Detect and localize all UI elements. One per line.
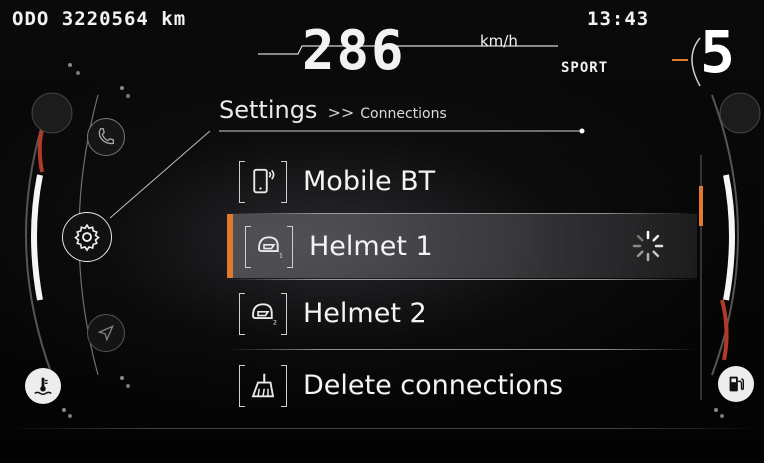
broom-icon	[251, 373, 275, 398]
menu-divider	[227, 349, 697, 350]
odometer-readout: ODO 3220564 km	[12, 8, 187, 30]
clock: 13:43	[587, 8, 650, 30]
dashboard-screen: ODO 3220564 km 13:43 286 km/h SPORT 5 Se…	[0, 0, 764, 463]
fuel-pump-icon	[729, 376, 745, 392]
mobile-bluetooth-icon	[253, 168, 275, 194]
riding-mode: SPORT	[561, 60, 609, 76]
helmet-2-icon: 2	[252, 303, 277, 326]
navigation-arrow-icon	[97, 325, 114, 342]
breadcrumb: Settings >> Connections	[219, 96, 447, 126]
svg-text:2: 2	[273, 319, 277, 326]
svg-text:1: 1	[279, 252, 283, 259]
fuel-indicator	[718, 366, 754, 402]
bottom-divider	[0, 428, 764, 429]
helmet-1-icon: 1	[258, 236, 283, 259]
menu-item-mobile-bt[interactable]: Mobile BT	[227, 149, 697, 213]
menu-icon-frame: 1	[245, 226, 293, 268]
phone-nav-button[interactable]	[87, 118, 125, 156]
coolant-temperature-indicator	[25, 368, 61, 404]
gear-indicator: 5	[700, 18, 736, 86]
breadcrumb-separator: >>	[327, 103, 355, 122]
speed-readout: 286	[302, 19, 406, 82]
menu-item-label: Helmet 1	[309, 230, 433, 262]
speed-unit: km/h	[480, 32, 518, 50]
scrollbar-thumb[interactable]	[699, 186, 703, 226]
page-title: Settings	[219, 96, 318, 124]
coolant-temperature-icon	[34, 377, 52, 395]
menu-item-delete-connections[interactable]: Delete connections	[227, 353, 697, 417]
menu-item-label: Delete connections	[303, 369, 564, 401]
breadcrumb-current: Connections	[360, 106, 447, 122]
menu-divider	[227, 279, 697, 280]
settings-gear-icon	[74, 223, 100, 252]
navigation-nav-button[interactable]	[87, 314, 125, 352]
menu-icon-frame: 2	[239, 293, 287, 335]
menu-item-helmet-2[interactable]: 2 Helmet 2	[227, 281, 697, 345]
settings-nav-button[interactable]	[62, 212, 112, 262]
menu-icon-frame	[239, 161, 287, 203]
menu-item-helmet-1[interactable]: 1 Helmet 1	[227, 214, 697, 278]
menu-item-label: Mobile BT	[303, 165, 436, 197]
phone-icon	[98, 128, 114, 145]
loading-spinner-icon	[632, 230, 664, 262]
menu-icon-frame	[239, 365, 287, 407]
menu-item-label: Helmet 2	[303, 297, 427, 329]
